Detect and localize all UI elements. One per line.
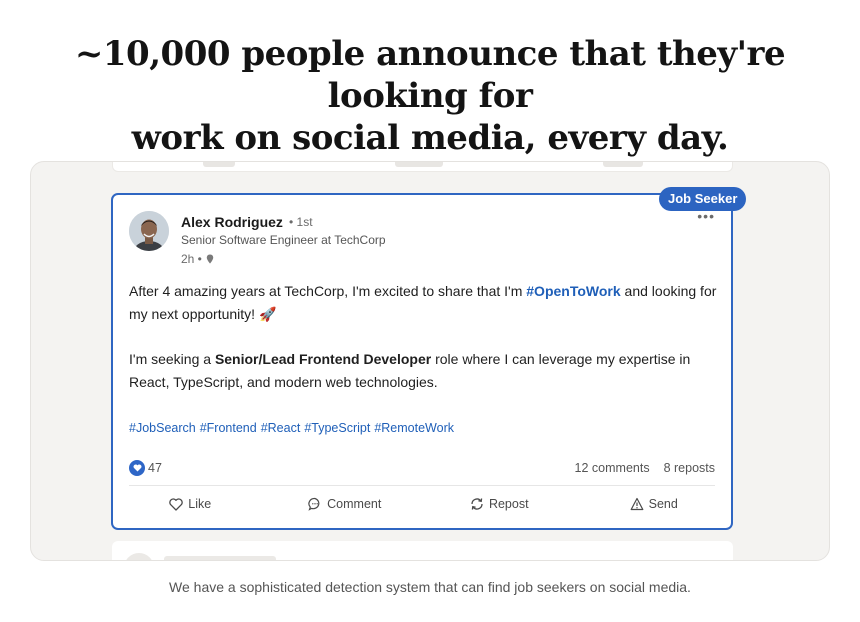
divider bbox=[129, 485, 715, 486]
post-time-text: 2h • bbox=[181, 252, 202, 266]
social-post-card[interactable]: ••• Alex Rodriguez • 1st Senior Software… bbox=[111, 193, 733, 530]
heart-reaction-icon bbox=[129, 460, 145, 476]
heart-icon bbox=[169, 497, 184, 511]
reaction-count-text: 47 bbox=[148, 461, 162, 475]
author-avatar[interactable] bbox=[129, 211, 169, 251]
author-headline: Senior Software Engineer at TechCorp bbox=[181, 233, 386, 247]
like-label: Like bbox=[188, 497, 212, 511]
ghost-placeholder bbox=[203, 162, 235, 167]
send-button[interactable]: Send bbox=[577, 492, 732, 516]
text-segment: I'm seeking a bbox=[129, 351, 215, 367]
hashtag-link[interactable]: #RemoteWork bbox=[374, 421, 454, 435]
ghost-post-above bbox=[112, 162, 733, 172]
role-highlight: Senior/Lead Frontend Developer bbox=[214, 351, 432, 367]
globe-icon bbox=[206, 254, 214, 264]
reposts-count[interactable]: 8 reposts bbox=[664, 461, 715, 475]
connection-degree: • 1st bbox=[289, 215, 313, 229]
hashtag-list: #JobSearch #Frontend #React #TypeScript #Rem… bbox=[129, 421, 458, 435]
comment-button[interactable]: Comment bbox=[268, 492, 423, 516]
repost-icon bbox=[471, 498, 483, 510]
hashtag-link[interactable]: #Frontend bbox=[200, 421, 257, 435]
ghost-avatar bbox=[124, 553, 154, 560]
comment-icon bbox=[308, 497, 320, 511]
hashtag-link[interactable]: #OpenToWork bbox=[526, 283, 620, 299]
reaction-count[interactable]: 47 bbox=[129, 460, 162, 476]
hashtag-link[interactable]: #React bbox=[261, 421, 301, 435]
headline-line-2: work on social media, every day. bbox=[131, 118, 729, 158]
post-paragraph-1: After 4 amazing years at TechCorp, I'm e… bbox=[129, 280, 719, 325]
hashtag-link[interactable]: #JobSearch bbox=[129, 421, 196, 435]
send-icon bbox=[630, 497, 644, 511]
comments-count[interactable]: 12 comments bbox=[575, 461, 650, 475]
ghost-placeholder bbox=[395, 162, 443, 167]
post-timestamp: 2h • bbox=[181, 252, 214, 266]
post-stats: 47 12 comments 8 reposts bbox=[129, 459, 715, 477]
comment-label: Comment bbox=[327, 497, 382, 511]
caption: We have a sophisticated detection system… bbox=[169, 579, 691, 595]
text-segment: After 4 amazing years at TechCorp, I'm e… bbox=[129, 283, 527, 299]
ghost-post-below bbox=[112, 541, 733, 560]
hashtag-link[interactable]: #TypeScript bbox=[304, 421, 370, 435]
repost-button[interactable]: Repost bbox=[422, 492, 577, 516]
headline: ~10,000 people announce that they're loo… bbox=[0, 33, 860, 159]
headline-line-1: ~10,000 people announce that they're loo… bbox=[74, 34, 786, 116]
repost-label: Repost bbox=[488, 497, 529, 511]
job-seeker-badge: Job Seeker bbox=[659, 187, 747, 211]
like-button[interactable]: Like bbox=[113, 492, 268, 516]
post-actions: Like Comment Repost Send bbox=[113, 492, 731, 516]
more-options-icon[interactable]: ••• bbox=[697, 209, 715, 223]
ghost-placeholder bbox=[603, 162, 643, 167]
author-name[interactable]: Alex Rodriguez bbox=[181, 214, 283, 230]
ghost-placeholder bbox=[164, 556, 276, 560]
post-body: After 4 amazing years at TechCorp, I'm e… bbox=[129, 280, 719, 416]
send-label: Send bbox=[648, 497, 678, 511]
post-paragraph-2: I'm seeking a Senior/Lead Frontend Devel… bbox=[129, 348, 719, 393]
